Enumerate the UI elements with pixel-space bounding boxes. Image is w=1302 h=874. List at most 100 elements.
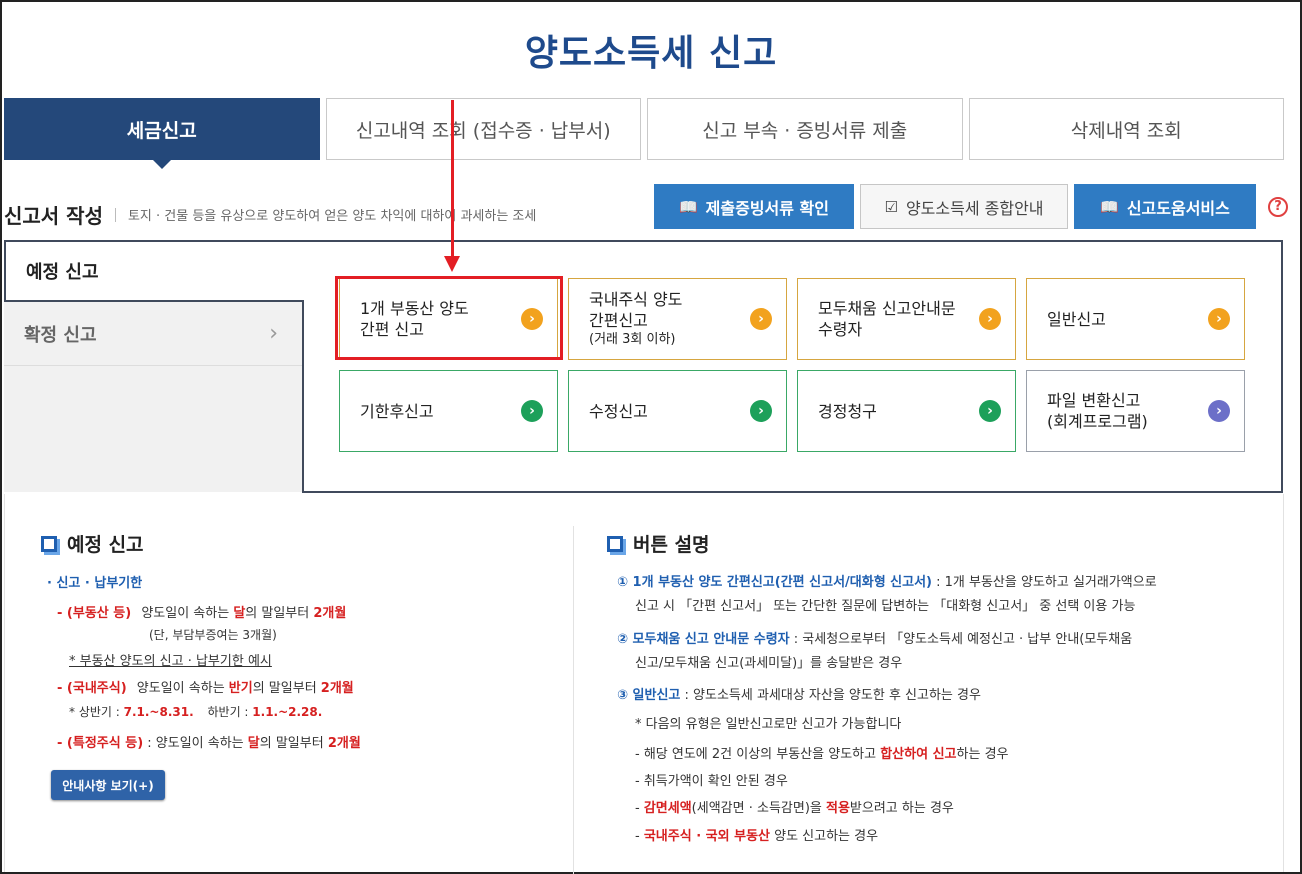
annotation-arrow-line bbox=[451, 100, 454, 260]
view-notice-button[interactable]: 안내사항 보기(+) bbox=[51, 770, 165, 800]
arrow-right-icon: › bbox=[1208, 400, 1230, 422]
book-icon: 📖 bbox=[1100, 197, 1119, 216]
desc-item-2: ② 모두채움 신고 안내문 수령자 : 국세청으로부터 「양도소득세 예정신고 … bbox=[617, 628, 1132, 647]
desc-note: * 다음의 유형은 일반신고로만 신고가 가능합니다 bbox=[635, 717, 902, 732]
tab-submit-documents[interactable]: 신고 부속 · 증빙서류 제출 bbox=[647, 98, 963, 160]
desc-text: : 양도소득세 과세대상 자산을 양도한 후 신고하는 경우 bbox=[680, 688, 981, 703]
desc-emphasis: 적용 bbox=[826, 801, 850, 816]
chevron-right-icon: › bbox=[269, 321, 278, 346]
evidence-check-button[interactable]: 📖 제출증빙서류 확인 bbox=[654, 184, 854, 229]
desc-emphasis: 합산하여 신고 bbox=[880, 747, 957, 762]
rule-text: 양도일이 속하는 bbox=[136, 681, 229, 696]
card-amended-filing[interactable]: 수정신고 › bbox=[568, 370, 787, 452]
rule-text: 양도일이 속하는 bbox=[141, 606, 234, 621]
rule-emphasis: 반기 bbox=[228, 681, 253, 696]
card-label: 모두채움 신고안내문 수령자 bbox=[818, 298, 956, 340]
desc-item-3: ③ 일반신고 : 양도소득세 과세대상 자산을 양도한 후 신고하는 경우 bbox=[617, 684, 981, 703]
rule-note: (단, 부담부증여는 3개월) bbox=[149, 628, 277, 642]
desc-subitem: - 감면세액(세액감면 · 소득감면)을 적용받으려고 하는 경우 bbox=[635, 797, 954, 816]
main-tabs: 세금신고 신고내역 조회 (접수증 · 납부서) 신고 부속 · 증빙서류 제출… bbox=[4, 98, 1284, 169]
desc-subitem: - 국내주식 · 국외 부동산 양도 신고하는 경우 bbox=[635, 825, 878, 844]
desc-text: - 해당 연도에 2건 이상의 부동산을 양도하고 bbox=[635, 747, 881, 762]
tab-deleted-history[interactable]: 삭제내역 조회 bbox=[968, 98, 1284, 160]
section-header: 신고서 작성 토지 · 건물 등을 유상으로 양도하여 얻은 양도 차익에 대하… bbox=[4, 200, 536, 229]
rule-text: 의 말일부터 bbox=[245, 606, 314, 621]
card-line: 수정신고 bbox=[589, 401, 648, 421]
desc-text: : 1개 부동산을 양도하고 실거래가액으로 bbox=[932, 575, 1157, 590]
deadline-example-link[interactable]: * 부동산 양도의 신고 · 납부기한 예시 bbox=[69, 650, 272, 669]
arrow-right-icon: › bbox=[750, 308, 772, 330]
note-emphasis: 7.1.~8.31. bbox=[123, 705, 194, 719]
sidebar: 예정 신고 확정 신고 › bbox=[4, 240, 304, 492]
desc-heading: ① 1개 부동산 양도 간편신고(간편 신고서/대화형 신고서) bbox=[617, 575, 932, 590]
rule-tag: - (국내주식) bbox=[57, 681, 127, 696]
arrow-right-icon: › bbox=[521, 400, 543, 422]
rule-text: 의 말일부터 bbox=[259, 736, 328, 751]
desc-text: 신고 시 「간편 신고서」 또는 간단한 질문에 답변하는 「대화형 신고서」 … bbox=[635, 599, 1136, 614]
desc-text: - bbox=[635, 829, 644, 844]
card-domestic-stock-simple[interactable]: 국내주식 양도 간편신고 (거래 3회 이하) › bbox=[568, 278, 787, 360]
rule-emphasis: 2개월 bbox=[313, 606, 347, 621]
rule-tag: - (특정주식 등) bbox=[57, 736, 144, 751]
desc-emphasis: 감면세액 bbox=[643, 801, 692, 816]
rule-text: : 양도일이 속하는 bbox=[143, 736, 248, 751]
card-label: 일반신고 bbox=[1047, 309, 1106, 330]
tab-tax-filing[interactable]: 세금신고 bbox=[4, 98, 320, 169]
card-label: 기한후신고 bbox=[360, 401, 434, 422]
sidebar-filler bbox=[4, 366, 302, 492]
highlight-box bbox=[335, 276, 563, 360]
desc-text: 하는 경우 bbox=[956, 747, 1009, 762]
desc-item-1: ① 1개 부동산 양도 간편신고(간편 신고서/대화형 신고서) : 1개 부동… bbox=[617, 571, 1157, 590]
help-service-label: 신고도움서비스 bbox=[1126, 198, 1230, 218]
evidence-check-label: 제출증빙서류 확인 bbox=[705, 198, 830, 218]
card-file-conversion[interactable]: 파일 변환신고 (회계프로그램) › bbox=[1026, 370, 1245, 452]
sidebar-item-preliminary[interactable]: 예정 신고 bbox=[4, 240, 304, 302]
preliminary-info: 예정 신고 · 신고 · 납부기한 - (부동산 등) 양도일이 속하는 달의 … bbox=[41, 530, 561, 800]
rule-domestic-stock: - (국내주식) 양도일이 속하는 반기의 말일부터 2개월 bbox=[57, 677, 354, 696]
card-subtext: (거래 3회 이하) bbox=[589, 332, 676, 347]
tax-guide-button[interactable]: ☑ 양도소득세 종합안내 bbox=[860, 184, 1068, 229]
rule-emphasis: 달 bbox=[247, 736, 260, 751]
desc-emphasis: 국내주식 · 국외 부동산 bbox=[643, 829, 770, 844]
desc-subitem: - 취득가액이 확인 안된 경우 bbox=[635, 774, 788, 789]
tax-guide-label: 양도소득세 종합안내 bbox=[905, 198, 1044, 218]
card-line: 수령자 bbox=[818, 320, 863, 339]
arrow-right-icon: › bbox=[750, 400, 772, 422]
card-label: 수정신고 bbox=[589, 401, 648, 422]
card-prefilled-notice-recipient[interactable]: 모두채움 신고안내문 수령자 › bbox=[797, 278, 1016, 360]
arrow-right-icon: › bbox=[979, 308, 1001, 330]
preliminary-info-title: 예정 신고 bbox=[41, 530, 561, 557]
card-late-filing[interactable]: 기한후신고 › bbox=[339, 370, 558, 452]
checkbox-icon: ☑ bbox=[884, 197, 898, 216]
card-line: (회계프로그램) bbox=[1047, 412, 1148, 431]
rule-note: * 상반기 : 7.1.~8.31. 하반기 : 1.1.~2.28. bbox=[69, 703, 322, 720]
card-general-filing[interactable]: 일반신고 › bbox=[1026, 278, 1245, 360]
info-section: 예정 신고 · 신고 · 납부기한 - (부동산 등) 양도일이 속하는 달의 … bbox=[4, 494, 1284, 874]
rule-specific-stock: - (특정주식 등) : 양도일이 속하는 달의 말일부터 2개월 bbox=[57, 732, 361, 751]
card-label: 국내주식 양도 간편신고 (거래 3회 이하) bbox=[589, 289, 682, 349]
question-icon[interactable]: ? bbox=[1268, 196, 1288, 217]
button-description: 버튼 설명 ① 1개 부동산 양도 간편신고(간편 신고서/대화형 신고서) :… bbox=[607, 530, 1247, 844]
card-line: 경정청구 bbox=[818, 401, 877, 421]
deadline-heading: · 신고 · 납부기한 bbox=[47, 576, 143, 591]
square-bullet-icon bbox=[41, 535, 57, 552]
section-title: 신고서 작성 bbox=[4, 204, 103, 228]
book-icon: 📖 bbox=[678, 197, 698, 216]
sidebar-item-final[interactable]: 확정 신고 › bbox=[4, 302, 302, 366]
note-text: 하반기 : bbox=[207, 705, 253, 719]
rule-tag: - (부동산 등) bbox=[57, 606, 132, 621]
square-bullet-icon bbox=[607, 535, 623, 552]
desc-text: 신고/모두채움 신고(과세미달)」를 송달받은 경우 bbox=[635, 656, 903, 671]
divider bbox=[114, 207, 116, 222]
note-emphasis: 1.1.~2.28. bbox=[252, 705, 323, 719]
card-correction-claim[interactable]: 경정청구 › bbox=[797, 370, 1016, 452]
arrow-right-icon: › bbox=[1208, 308, 1230, 330]
help-service-button[interactable]: 📖 신고도움서비스 bbox=[1074, 184, 1256, 229]
sidebar-item-label: 예정 신고 bbox=[26, 262, 99, 283]
top-button-group: 📖 제출증빙서류 확인 ☑ 양도소득세 종합안내 📖 신고도움서비스 ? bbox=[654, 184, 1288, 229]
rule-emphasis: 달 bbox=[233, 606, 246, 621]
tab-filing-history[interactable]: 신고내역 조회 (접수증 · 납부서) bbox=[325, 98, 641, 160]
desc-text: 받으려고 하는 경우 bbox=[849, 801, 954, 816]
note-text: * 상반기 : bbox=[69, 705, 124, 719]
card-line: 국내주식 양도 bbox=[589, 290, 683, 309]
